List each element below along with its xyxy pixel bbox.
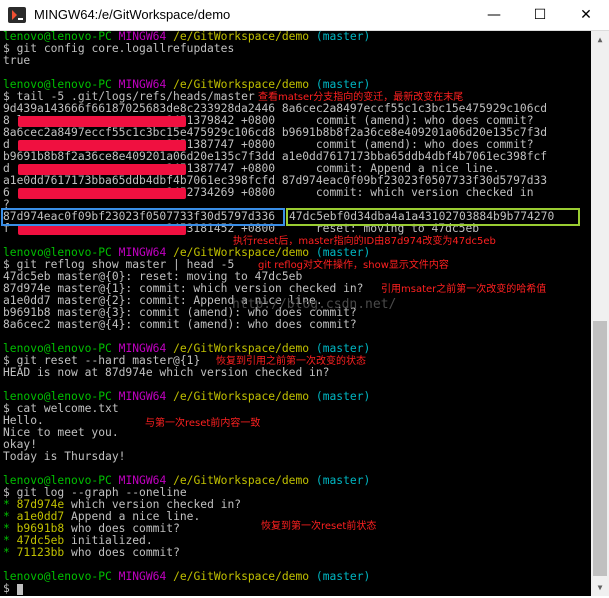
text-cursor: [16, 583, 23, 595]
scroll-up-arrow-icon[interactable]: ▲: [591, 31, 609, 48]
scroll-down-arrow-icon[interactable]: ▼: [591, 579, 609, 596]
annotation: 引用msater之前第一次改变的哈希值: [381, 284, 547, 295]
command-line[interactable]: $: [3, 583, 23, 595]
window-title: MINGW64:/e/GitWorkspace/demo: [34, 7, 231, 22]
output-line: HEAD is now at 87d974e which version che…: [3, 366, 330, 379]
output-line: true: [3, 54, 31, 67]
minimize-button[interactable]: —: [471, 0, 517, 30]
log-line: * 71123bb who does commit?: [3, 546, 180, 559]
terminal-output[interactable]: lenovo@lenovo-PC MINGW64 /e/GitWorkspace…: [0, 31, 591, 596]
prompt-line: lenovo@lenovo-PC MINGW64 /e/GitWorkspace…: [3, 570, 371, 583]
git-bash-icon: [8, 7, 26, 23]
highlight-box-old-id: [1, 208, 285, 226]
highlight-box-new-id: [286, 208, 580, 226]
annotation: 与第一次reset前内容一致: [145, 418, 261, 429]
maximize-button[interactable]: ☐: [517, 0, 563, 30]
redaction: [18, 188, 186, 199]
vertical-scrollbar[interactable]: ▲ ▼: [591, 31, 609, 596]
scrollbar-thumb[interactable]: [593, 321, 607, 576]
output-line: 8a6cec2 master@{4}: commit (amend): who …: [3, 318, 357, 331]
redaction: [18, 164, 186, 175]
window-titlebar: MINGW64:/e/GitWorkspace/demo — ☐ ✕: [0, 0, 609, 31]
redaction: [18, 140, 186, 151]
annotation: 恢复到第一次reset前状态: [261, 521, 377, 532]
redaction: [18, 116, 186, 127]
close-button[interactable]: ✕: [563, 0, 609, 30]
command-line: $ git config core.logallrefupdates: [3, 42, 235, 55]
output-line: Today is Thursday!: [3, 450, 126, 463]
